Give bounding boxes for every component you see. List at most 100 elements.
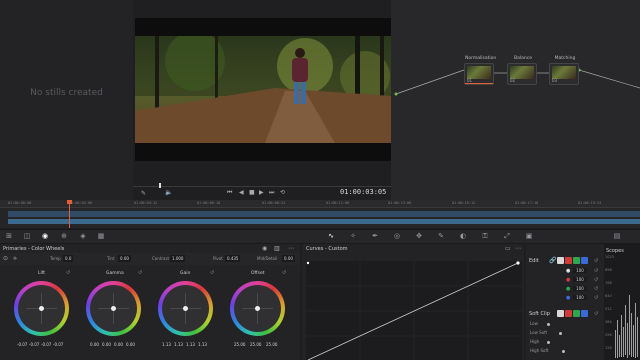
stop-icon[interactable]: ■ (249, 189, 255, 196)
offset-reset-icon[interactable]: ↺ (282, 270, 286, 276)
node-balance[interactable]: Balance 02 (507, 56, 537, 85)
channel-b-button[interactable] (581, 257, 588, 264)
camera-raw-icon[interactable]: ⊞ (4, 231, 14, 241)
sizing-icon[interactable]: ⤢ (502, 231, 512, 241)
timeline-ruler[interactable] (0, 200, 640, 208)
gain-value-r[interactable]: 1.13 (174, 342, 183, 347)
lift-value-r[interactable]: -0.07 (29, 342, 39, 347)
playhead[interactable] (69, 200, 70, 228)
reverse-play-icon[interactable]: ◀ (239, 189, 244, 196)
edit-reset-g-icon[interactable]: ↺ (594, 286, 598, 292)
rgb-mixer-icon[interactable]: ⊕ (59, 231, 69, 241)
motion-effects-icon[interactable]: ◈ (78, 231, 88, 241)
softclip-lowsoft-slider[interactable] (559, 332, 562, 335)
softclip-high-slider[interactable] (547, 341, 550, 344)
contrast-value[interactable]: 1.000 (170, 255, 186, 262)
warper-icon[interactable]: ✧ (348, 231, 358, 241)
temp-value[interactable]: 0.0 (63, 255, 74, 262)
offset-wheel[interactable] (230, 281, 285, 336)
lift-value-y[interactable]: -0.07 (17, 342, 27, 347)
color-match-icon[interactable]: ◫ (22, 231, 32, 241)
edit-value-r[interactable]: 100 (573, 277, 587, 282)
channel-g-button[interactable] (573, 257, 580, 264)
scrubber-handle[interactable] (159, 183, 161, 188)
gamma-value-g[interactable]: 0.00 (114, 342, 123, 347)
edit-reset-icon[interactable]: ↺ (594, 258, 598, 264)
gamma-value-r[interactable]: 0.00 (102, 342, 111, 347)
picker-icon[interactable]: ⟡ (13, 255, 17, 263)
blur-icon[interactable]: ◐ (458, 231, 468, 241)
lift-value-b[interactable]: -0.07 (53, 342, 63, 347)
pivot-value[interactable]: 0.435 (225, 255, 241, 262)
more-options-icon[interactable]: ⋯ (288, 245, 294, 252)
window-icon[interactable]: ◎ (392, 231, 402, 241)
curve-graph[interactable] (306, 261, 522, 360)
channel-r-button[interactable] (565, 257, 572, 264)
gamma-value-y[interactable]: 0.00 (90, 342, 99, 347)
link-icon[interactable]: 🔗 (549, 257, 556, 264)
curves-more-icon[interactable]: ⋯ (515, 245, 521, 252)
offset-puck[interactable] (255, 306, 260, 311)
softclip-y-button[interactable] (557, 310, 564, 317)
offset-value-g[interactable]: 25.00 (250, 342, 261, 347)
gamma-puck[interactable] (111, 306, 116, 311)
tint-value[interactable]: 0.00 (118, 255, 131, 262)
softclip-reset-icon[interactable]: ↺ (594, 311, 598, 317)
edit-value-y[interactable]: 100 (573, 268, 587, 273)
scrubber-line[interactable] (133, 186, 391, 187)
gain-puck[interactable] (183, 306, 188, 311)
playhead-handle[interactable] (67, 200, 72, 204)
middetail-value[interactable]: 0.00 (282, 255, 295, 262)
node-matching[interactable]: Matching 03 (549, 56, 579, 85)
softclip-low-label: Low (530, 321, 538, 326)
edit-value-g[interactable]: 100 (573, 286, 587, 291)
curves-options-icon[interactable]: ▭ (505, 245, 511, 252)
gain-value-g[interactable]: 1.13 (186, 342, 195, 347)
volume-icon[interactable]: 🔈 (165, 189, 172, 196)
skip-forward-icon[interactable]: ⏭ (269, 189, 274, 197)
edit-reset-y-icon[interactable]: ↺ (594, 268, 598, 274)
pen-icon[interactable]: ✎ (141, 190, 146, 197)
edit-reset-r-icon[interactable]: ↺ (594, 277, 598, 283)
auto-balance-icon[interactable]: ⊙ (3, 255, 8, 262)
color-wheels-icon[interactable]: ◉ (40, 231, 50, 241)
lift-value-g[interactable]: -0.07 (41, 342, 51, 347)
video-preview[interactable] (135, 36, 391, 143)
node-normalisation[interactable]: Normalisation 01 (464, 56, 496, 85)
lift-puck[interactable] (39, 306, 44, 311)
hdr-icon[interactable]: ▦ (96, 231, 106, 241)
gamma-value-b[interactable]: 0.00 (126, 342, 135, 347)
scopes-toggle-icon[interactable]: ▤ (612, 231, 622, 241)
bars-mode-icon[interactable]: ▥ (274, 245, 280, 252)
clip-track[interactable] (8, 219, 640, 224)
softclip-low-slider[interactable] (547, 323, 550, 326)
gain-reset-icon[interactable]: ↺ (210, 270, 214, 276)
gamma-reset-icon[interactable]: ↺ (138, 270, 142, 276)
key-icon[interactable]: ⚿ (480, 231, 490, 241)
gain-wheel[interactable] (158, 281, 213, 336)
offset-value-b[interactable]: 25.00 (266, 342, 277, 347)
softclip-r-button[interactable] (565, 310, 572, 317)
channel-y-button[interactable] (557, 257, 564, 264)
wheel-mode-icon[interactable]: ◉ (262, 245, 267, 252)
3d-icon[interactable]: ▣ (524, 231, 534, 241)
gamma-wheel[interactable] (86, 281, 141, 336)
tracker-icon[interactable]: ✥ (414, 231, 424, 241)
qualifier-icon[interactable]: ✒ (370, 231, 380, 241)
lift-reset-icon[interactable]: ↺ (66, 270, 70, 276)
loop-icon[interactable]: ⟲ (280, 189, 285, 196)
curves-icon[interactable]: ∿ (326, 231, 336, 241)
play-icon[interactable]: ▶ (259, 189, 264, 196)
video-track[interactable] (8, 211, 640, 217)
skip-back-icon[interactable]: ⏮ (227, 189, 232, 197)
edit-reset-b-icon[interactable]: ↺ (594, 295, 598, 301)
offset-value-r[interactable]: 25.00 (234, 342, 245, 347)
gain-value-b[interactable]: 1.13 (198, 342, 207, 347)
magic-mask-icon[interactable]: ✎ (436, 231, 446, 241)
edit-value-b[interactable]: 100 (573, 295, 587, 300)
softclip-highsoft-slider[interactable] (562, 350, 565, 353)
softclip-b-button[interactable] (581, 310, 588, 317)
lift-wheel[interactable] (14, 281, 69, 336)
gain-value-y[interactable]: 1.13 (162, 342, 171, 347)
softclip-g-button[interactable] (573, 310, 580, 317)
